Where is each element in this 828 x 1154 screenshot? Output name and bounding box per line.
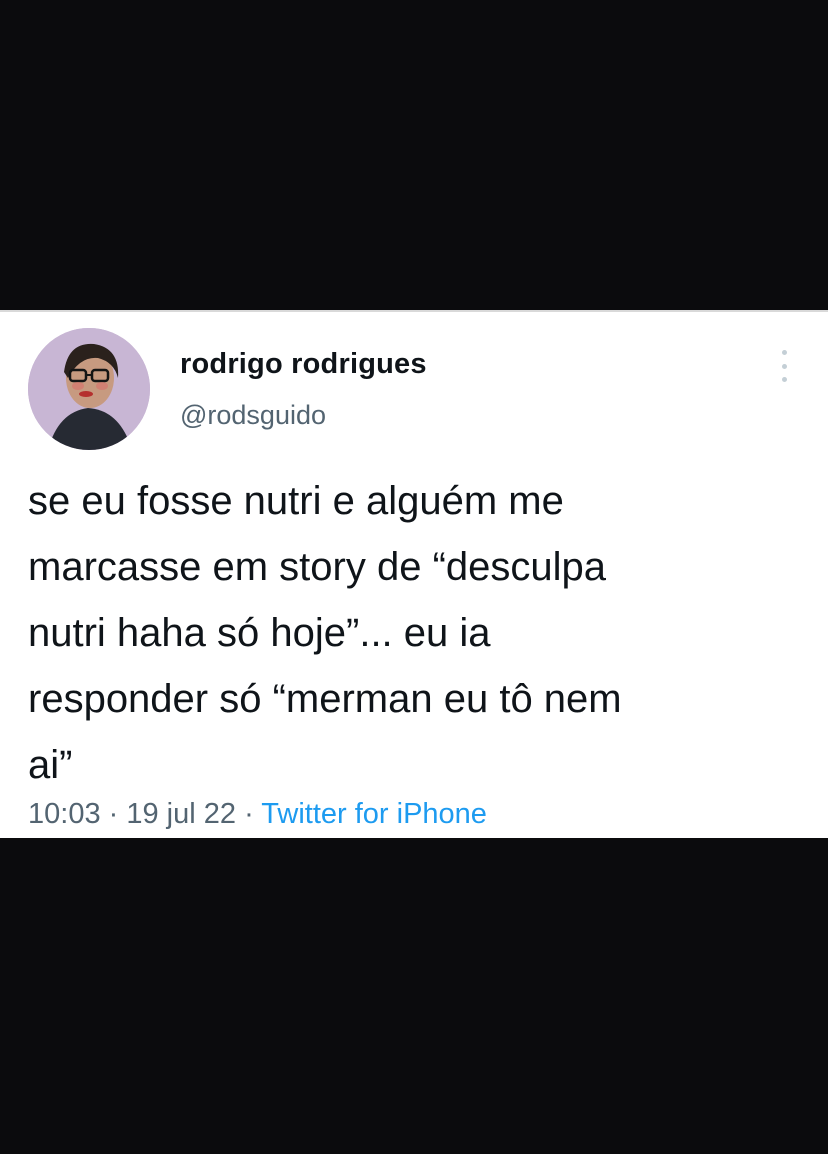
tweet-text-line: se eu fosse nutri e alguém me [28, 479, 564, 523]
bottom-black-band [0, 838, 828, 1154]
tweet-text-line: responder só “merman eu tô nem [28, 677, 622, 721]
avatar[interactable] [28, 328, 150, 450]
meta-separator: · [108, 798, 127, 830]
tweet-time[interactable]: 10:03 [28, 798, 101, 830]
tweet-text: se eu fosse nutri e alguém me marcasse e… [28, 468, 808, 798]
more-options-button[interactable] [772, 348, 796, 384]
meta-separator: · [244, 798, 262, 830]
display-name[interactable]: rodrigo rodrigues [180, 348, 427, 381]
avatar-photo [28, 328, 150, 450]
top-black-band [0, 0, 828, 310]
tweet-text-line: nutri haha só hoje”... eu ia [28, 611, 491, 655]
tweet-text-line: ai” [28, 743, 73, 787]
tweet-date[interactable]: 19 jul 22 [126, 798, 236, 830]
tweet-metadata: 10:03 · 19 jul 22 · Twitter for iPhone [28, 798, 487, 831]
tweet-text-line: marcasse em story de “desculpa [28, 545, 607, 589]
more-vertical-icon [781, 350, 787, 355]
tweet-card: rodrigo rodrigues @rodsguido se eu fosse… [0, 310, 828, 838]
tweet-source-link[interactable]: Twitter for iPhone [261, 798, 487, 830]
user-handle[interactable]: @rodsguido [180, 400, 326, 431]
